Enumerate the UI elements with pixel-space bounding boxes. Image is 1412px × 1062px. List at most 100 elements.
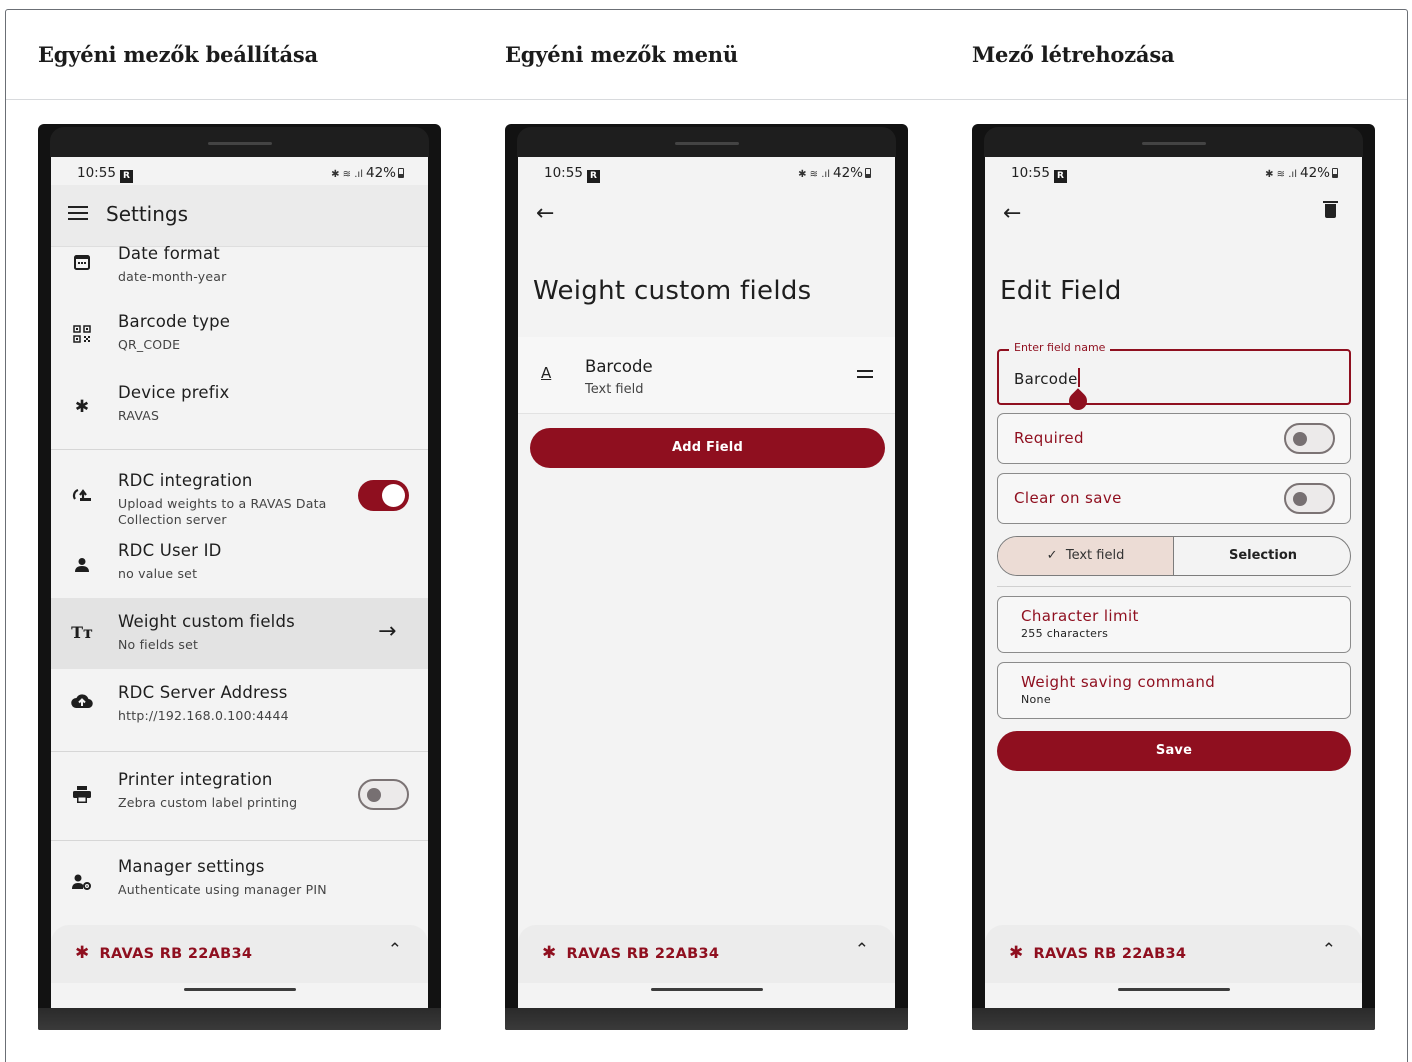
segment-text-field[interactable]: ✓ Text field xyxy=(998,537,1174,575)
person-icon xyxy=(71,557,93,579)
cloud-sync-icon xyxy=(71,485,93,507)
android-nav-bar xyxy=(985,983,1362,1008)
required-label: Required xyxy=(1014,429,1084,447)
bluetooth-searching-icon: ✱ xyxy=(1009,943,1024,963)
bluetooth-searching-icon: ✱ xyxy=(75,943,90,963)
back-arrow-icon[interactable]: ← xyxy=(536,201,554,226)
device-bar[interactable]: ✱ RAVAS RB 22AB34 ⌃ xyxy=(985,925,1362,983)
page-title: Weight custom fields xyxy=(533,276,812,306)
weight-saving-command-row[interactable]: Weight saving command None xyxy=(997,662,1351,719)
menu-icon[interactable] xyxy=(68,206,88,224)
printer-integration-toggle[interactable] xyxy=(358,779,409,810)
chevron-up-icon[interactable]: ⌃ xyxy=(388,940,402,960)
drag-handle-icon[interactable] xyxy=(857,370,873,382)
back-arrow-icon[interactable]: ← xyxy=(1003,201,1021,226)
setting-manager-settings[interactable]: Manager settings Authenticate using mana… xyxy=(51,850,428,914)
android-nav-bar xyxy=(51,983,428,1008)
battery-icon xyxy=(865,168,871,178)
text-field-icon: A xyxy=(541,364,552,382)
arrow-right-icon: → xyxy=(378,619,397,644)
add-field-button[interactable]: Add Field xyxy=(530,428,885,468)
battery-icon xyxy=(398,168,404,178)
status-time: 10:55 R xyxy=(544,165,600,183)
required-toggle[interactable] xyxy=(1284,423,1335,454)
section-divider xyxy=(51,449,428,450)
cloud-upload-icon xyxy=(71,693,93,715)
status-icons: ✱ ≋ .ıl 42% xyxy=(331,165,404,181)
settings-title: Settings xyxy=(106,202,189,226)
header-divider xyxy=(6,99,1407,100)
printer-icon xyxy=(71,786,93,808)
status-time: 10:55 R xyxy=(1011,165,1067,183)
status-icons: ✱ ≋ .ıl 42% xyxy=(1265,165,1338,181)
custom-field-item[interactable]: A Barcode Text field xyxy=(518,337,895,414)
status-icons: ✱ ≋ .ıl 42% xyxy=(798,165,871,181)
device-name: RAVAS RB 22AB34 xyxy=(99,946,253,962)
clear-on-save-toggle[interactable] xyxy=(1284,483,1335,514)
battery-icon xyxy=(1332,168,1338,178)
column-title-settings: Egyéni mezők beállítása xyxy=(38,42,318,67)
setting-weight-custom-fields[interactable]: Tт Weight custom fields No fields set → xyxy=(51,598,428,669)
manager-icon xyxy=(71,874,93,896)
page-title: Edit Field xyxy=(1000,276,1122,306)
field-name-label: Enter field name xyxy=(1009,341,1111,354)
setting-printer-integration[interactable]: Printer integration Zebra custom label p… xyxy=(51,760,428,838)
edit-field-screen: 10:55 R ✱ ≋ .ıl 42% ← Edit Field Enter fie… xyxy=(985,157,1362,983)
text-size-icon: Tт xyxy=(71,623,93,642)
chevron-up-icon[interactable]: ⌃ xyxy=(855,940,869,960)
clear-on-save-label: Clear on save xyxy=(1014,489,1122,507)
android-nav-bar xyxy=(518,983,895,1008)
segment-selection[interactable]: Selection xyxy=(1174,537,1350,575)
save-button[interactable]: Save xyxy=(997,731,1351,771)
calendar-icon xyxy=(71,253,93,275)
home-gesture-pill[interactable] xyxy=(1117,988,1230,991)
section-divider xyxy=(51,751,428,752)
signal-icon: ✱ ≋ .ıl xyxy=(798,169,830,180)
field-type: Text field xyxy=(585,382,644,397)
field-name-input[interactable]: Enter field name Barcode xyxy=(997,341,1351,414)
setting-barcode-type[interactable]: Barcode type QR_CODE xyxy=(51,307,428,367)
signal-icon: ✱ ≋ .ıl xyxy=(1265,169,1297,180)
status-time: 10:55 R xyxy=(77,165,133,183)
column-title-create: Mező létrehozása xyxy=(972,42,1175,67)
required-row[interactable]: Required xyxy=(997,413,1351,464)
character-limit-row[interactable]: Character limit 255 characters xyxy=(997,596,1351,653)
settings-screen: 10:55 R ✱ ≋ .ıl 42% Settings Date format d… xyxy=(51,157,428,983)
delete-icon[interactable] xyxy=(1323,201,1338,218)
setting-rdc-server-address[interactable]: RDC Server Address http://192.168.0.100:… xyxy=(51,669,428,749)
signal-icon: ✱ ≋ .ıl xyxy=(331,169,363,180)
text-cursor xyxy=(1077,368,1080,387)
status-bar: 10:55 R ✱ ≋ .ıl 42% xyxy=(544,165,871,183)
field-type-segmented: ✓ Text field Selection xyxy=(997,536,1351,576)
field-name-value: Barcode xyxy=(1014,370,1078,388)
setting-date-format[interactable]: Date format date-month-year xyxy=(51,244,428,297)
custom-fields-screen: 10:55 R ✱ ≋ .ıl 42% ← Weight custom fields… xyxy=(518,157,895,983)
device-bar[interactable]: ✱ RAVAS RB 22AB34 ⌃ xyxy=(518,925,895,983)
cursor-handle[interactable] xyxy=(1065,388,1091,414)
bluetooth-icon: ✱ xyxy=(74,397,90,417)
chevron-up-icon[interactable]: ⌃ xyxy=(1322,940,1336,960)
phone-edit-field: 10:55 R ✱ ≋ .ıl 42% ← Edit Field Enter fie… xyxy=(972,124,1375,1030)
status-bar: 10:55 R ✱ ≋ .ıl 42% xyxy=(1011,165,1338,183)
qr-code-icon xyxy=(71,325,93,347)
phone-settings: 10:55 R ✱ ≋ .ıl 42% Settings Date format d… xyxy=(38,124,441,1030)
clear-on-save-row[interactable]: Clear on save xyxy=(997,473,1351,524)
phone-custom-fields: 10:55 R ✱ ≋ .ıl 42% ← Weight custom fields… xyxy=(505,124,908,1030)
check-icon: ✓ xyxy=(1046,548,1058,563)
section-divider xyxy=(51,840,428,841)
status-bar: 10:55 R ✱ ≋ .ıl 42% xyxy=(77,165,404,183)
settings-app-bar: Settings xyxy=(51,185,428,247)
home-gesture-pill[interactable] xyxy=(650,988,763,991)
divider xyxy=(997,586,1351,587)
bluetooth-searching-icon: ✱ xyxy=(542,943,557,963)
home-gesture-pill[interactable] xyxy=(183,988,296,991)
setting-rdc-user-id[interactable]: RDC User ID no value set xyxy=(51,535,428,597)
device-bar[interactable]: ✱ RAVAS RB 22AB34 ⌃ xyxy=(51,925,428,983)
field-name: Barcode xyxy=(585,357,653,376)
setting-rdc-integration[interactable]: RDC integration Upload weights to a RAVA… xyxy=(51,459,428,529)
rdc-integration-toggle[interactable] xyxy=(358,480,409,511)
device-name: RAVAS RB 22AB34 xyxy=(1033,946,1187,962)
column-title-menu: Egyéni mezők menü xyxy=(505,42,738,67)
setting-device-prefix[interactable]: ✱ Device prefix RAVAS xyxy=(51,378,428,438)
device-name: RAVAS RB 22AB34 xyxy=(566,946,720,962)
